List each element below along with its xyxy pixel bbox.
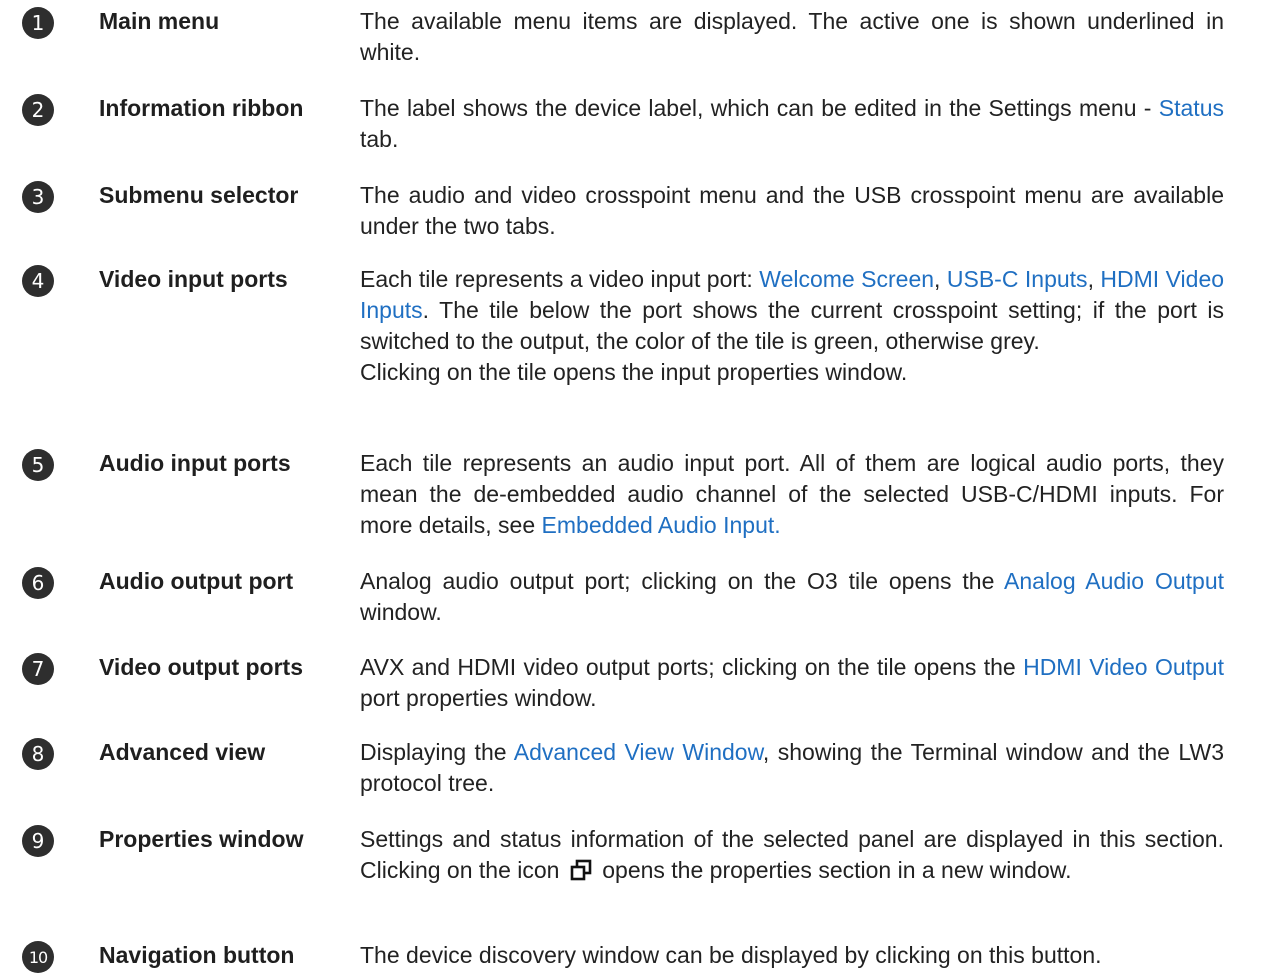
item-term: Information ribbon bbox=[99, 95, 304, 121]
item-description: Each tile represents an audio input port… bbox=[360, 450, 1224, 538]
item-description: Displaying the Advanced View Window, sho… bbox=[360, 739, 1224, 796]
advanced-view-window-link[interactable]: Advanced View Window bbox=[514, 739, 763, 765]
callout-number-badge: 3 bbox=[22, 181, 54, 213]
item-term: Main menu bbox=[99, 8, 220, 34]
callout-number-badge: 10 bbox=[22, 941, 54, 973]
item-description: The device discovery window can be displ… bbox=[360, 942, 1102, 968]
item-term: Advanced view bbox=[99, 739, 266, 765]
item-term: Audio output port bbox=[99, 568, 294, 594]
item-description: The label shows the device label, which … bbox=[360, 95, 1224, 152]
welcome-screen-link[interactable]: Welcome Screen bbox=[759, 266, 934, 292]
item-term: Video output ports bbox=[99, 654, 304, 680]
open-in-new-window-icon bbox=[570, 859, 592, 881]
callout-number-badge: 5 bbox=[22, 449, 54, 481]
callout-number-badge: 9 bbox=[22, 825, 54, 857]
item-description: The available menu items are displayed. … bbox=[360, 8, 1224, 65]
hdmi-video-output-link[interactable]: HDMI Video Output bbox=[1023, 654, 1224, 680]
callout-number-badge: 1 bbox=[22, 7, 54, 39]
embedded-audio-input-link[interactable]: Embedded Audio Input. bbox=[542, 512, 781, 538]
item-term: Submenu selector bbox=[99, 182, 299, 208]
item-description: Analog audio output port; clicking on th… bbox=[360, 568, 1225, 625]
item-term: Audio input ports bbox=[99, 450, 291, 476]
item-term: Navigation button bbox=[99, 942, 295, 968]
callout-number-badge: 8 bbox=[22, 738, 54, 770]
callout-number-badge: 6 bbox=[22, 567, 54, 599]
item-term: Video input ports bbox=[99, 266, 288, 292]
callout-number-badge: 7 bbox=[22, 653, 54, 685]
usb-c-inputs-link[interactable]: USB-C Inputs bbox=[947, 266, 1088, 292]
item-description: AVX and HDMI video output ports; clickin… bbox=[360, 654, 1224, 711]
item-term: Properties window bbox=[99, 826, 304, 852]
item-description: Each tile represents a video input port:… bbox=[360, 264, 1224, 388]
item-description: The audio and video crosspoint menu and … bbox=[360, 182, 1224, 239]
item-description-note: Clicking on the tile opens the input pro… bbox=[360, 359, 908, 385]
item-description: Settings and status information of the s… bbox=[360, 826, 1224, 883]
status-link[interactable]: Status bbox=[1159, 95, 1224, 121]
callout-number-badge: 2 bbox=[22, 94, 54, 126]
analog-audio-output-link[interactable]: Analog Audio Output bbox=[1004, 568, 1224, 594]
callout-number-badge: 4 bbox=[22, 265, 54, 297]
